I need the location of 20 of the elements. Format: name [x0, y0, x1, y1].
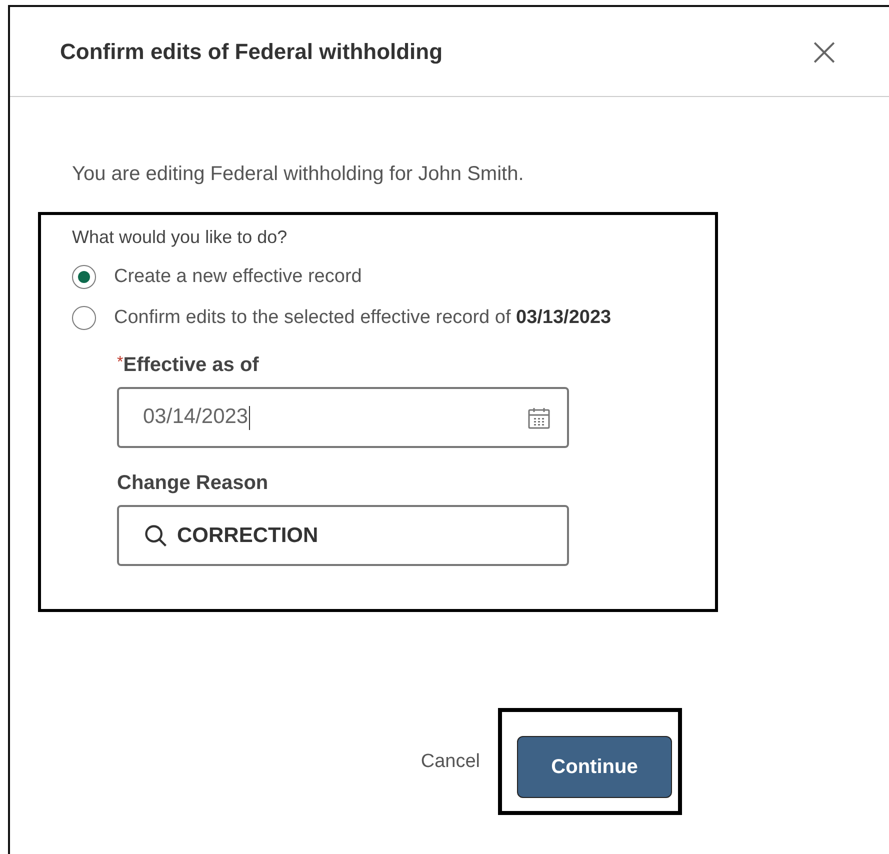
- search-icon: [143, 522, 169, 548]
- close-button[interactable]: ×: [807, 32, 841, 72]
- required-mark: *: [117, 354, 124, 371]
- radio-button[interactable]: [72, 265, 96, 289]
- field-label: Effective as of: [123, 354, 259, 376]
- field-label: Change Reason: [117, 472, 268, 494]
- cancel-button[interactable]: Cancel: [420, 750, 480, 772]
- radio-button[interactable]: [72, 306, 96, 330]
- radio-label: Confirm edits to the selected effective record of 03/13/2023: [114, 307, 612, 329]
- field-value: CORRECTION: [177, 524, 318, 546]
- calendar-icon[interactable]: [527, 406, 551, 430]
- date-field[interactable]: 03/14/2023: [117, 387, 569, 448]
- question-text: What would you like to do?: [72, 227, 288, 248]
- intro-text: You are editing Federal withholding for John Smith.: [72, 163, 525, 186]
- search-field[interactable]: CORRECTION: [117, 505, 569, 566]
- continue-button[interactable]: Continue: [517, 736, 672, 798]
- radio-label: Create a new effective record: [114, 266, 362, 288]
- text-cursor: [249, 406, 250, 430]
- field-value: 03/14/2023: [143, 404, 248, 428]
- dialog-title: Confirm edits of Federal withholding: [60, 38, 443, 64]
